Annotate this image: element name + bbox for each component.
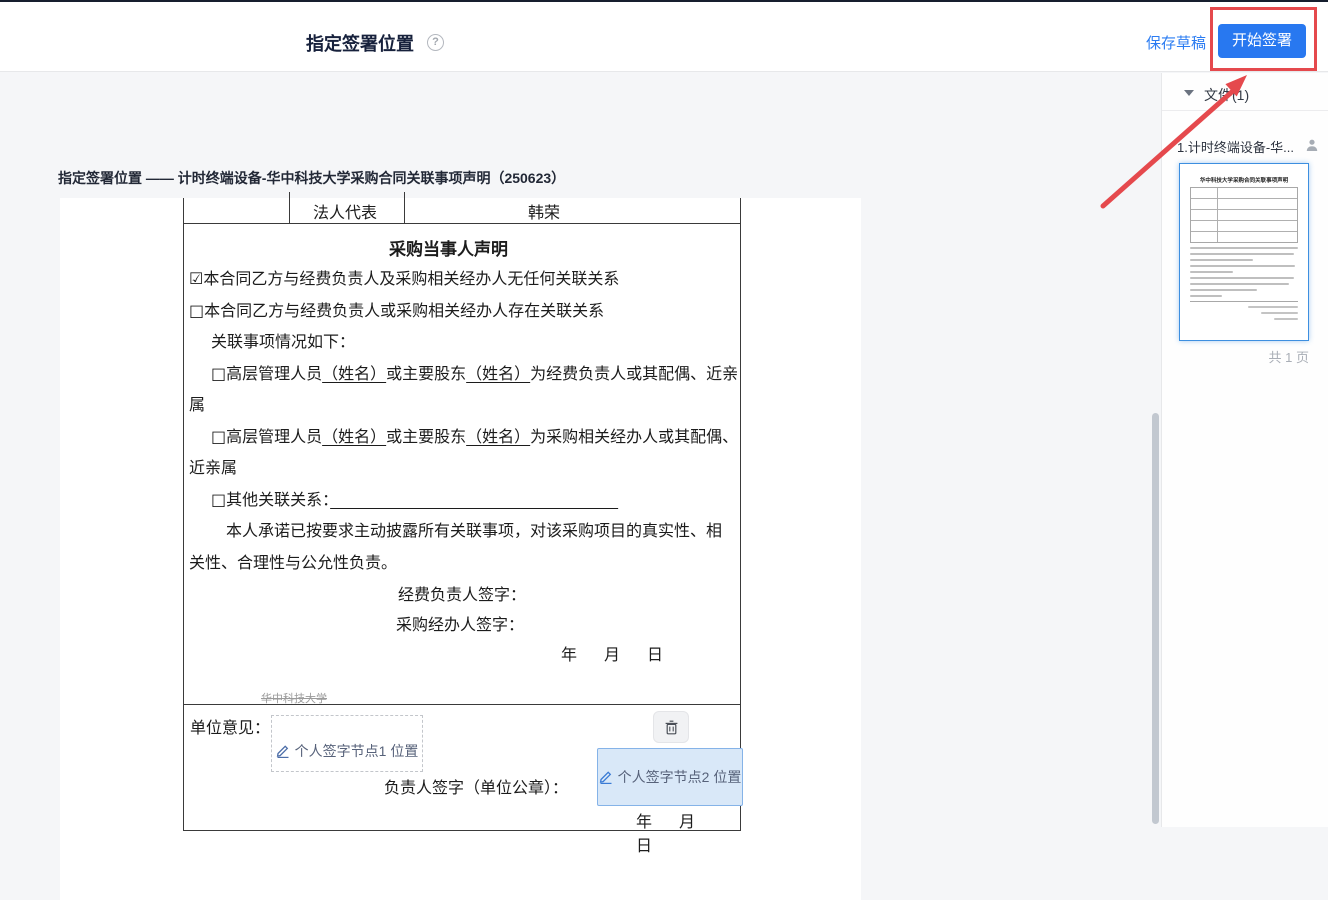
thumbnail-text-lines	[1190, 247, 1298, 297]
top-bar: 指定签署位置 ? 保存草稿 开始签署	[0, 0, 1328, 72]
thumbnail-title: 华中科技大学采购合同关联事项声明	[1191, 175, 1298, 183]
document-page: 法人代表 韩荣 采购当事人声明 ☑本合同乙方与经费负责人及采购相关经办人无任何关…	[60, 198, 861, 900]
unit-opinion-label: 单位意见：	[190, 714, 270, 738]
doc-line: □本合同乙方与经费负责人或采购相关经办人存在关联关系	[184, 295, 740, 327]
doc-line: □高层管理人员（姓名）或主要股东（姓名）为经费负责人或其配偶、近亲	[184, 358, 740, 390]
pencil-icon	[599, 770, 613, 784]
file-list-item[interactable]: 1.计时终端设备-华...	[1177, 137, 1317, 156]
doc-line: 关联事项情况如下：	[184, 326, 740, 358]
legal-rep-value: 韩荣	[528, 199, 560, 223]
thumbnail-table	[1190, 187, 1298, 243]
document-canvas: 指定签署位置 —— 计时终端设备-华中科技大学采购合同关联事项声明（250623…	[0, 73, 1161, 827]
document-table: 法人代表 韩荣 采购当事人声明 ☑本合同乙方与经费负责人及采购相关经办人无任何关…	[183, 198, 741, 831]
thumbnail-footer-lines	[1190, 301, 1298, 320]
leader-signature-label: 负责人签字（单位公章）：	[384, 774, 568, 798]
files-header-label: 文件(1)	[1204, 85, 1249, 105]
doc-line: □高层管理人员（姓名）或主要股东（姓名）为采购相关经办人或其配偶、	[184, 421, 740, 453]
table-divider	[289, 192, 290, 223]
help-icon[interactable]: ?	[427, 34, 444, 51]
declaration-section: 采购当事人声明 ☑本合同乙方与经费负责人及采购相关经办人无任何关联关系□本合同乙…	[184, 224, 740, 704]
doc-line: 近亲属	[184, 452, 740, 484]
doc-line: 关性、合理性与公允性负责。	[184, 547, 740, 579]
date-line: 年 月 日	[636, 808, 740, 856]
delete-node-button[interactable]	[653, 711, 689, 743]
doc-line: 属	[184, 389, 740, 421]
date-line: 年 月 日	[561, 641, 669, 665]
signature-node-2-widget[interactable]: 个人签字节点2 位置	[597, 748, 743, 806]
doc-line: □其他关联关系：	[184, 484, 740, 516]
save-draft-button[interactable]: 保存草稿	[1146, 32, 1206, 53]
files-section-header[interactable]: 文件(1)	[1162, 73, 1328, 111]
doc-body-lines: ☑本合同乙方与经费负责人及采购相关经办人无任何关联关系□本合同乙方与经费负责人或…	[184, 263, 740, 578]
page-thumbnail[interactable]: 华中科技大学采购合同关联事项声明	[1179, 163, 1309, 341]
unit-opinion-row: 单位意见： 个人签字节点1 位置	[184, 704, 740, 831]
person-icon	[1305, 138, 1319, 152]
page-count: 共 1 页	[1162, 347, 1309, 366]
trash-icon	[664, 720, 679, 735]
signature-node-2-label: 个人签字节点2 位置	[618, 767, 742, 787]
chevron-down-icon	[1184, 90, 1194, 96]
table-divider	[404, 192, 405, 223]
declaration-title: 采购当事人声明	[389, 235, 508, 260]
legal-rep-label: 法人代表	[313, 199, 377, 223]
pencil-icon	[276, 744, 290, 758]
breadcrumb: 指定签署位置 —— 计时终端设备-华中科技大学采购合同关联事项声明（250623…	[58, 168, 565, 188]
start-sign-button[interactable]: 开始签署	[1218, 24, 1306, 58]
vertical-scrollbar-thumb[interactable]	[1152, 413, 1159, 824]
funds-owner-signature-line: 经费负责人签字：	[398, 581, 526, 605]
purchase-agent-signature-line: 采购经办人签字：	[396, 611, 524, 635]
files-sidebar: 文件(1) 1.计时终端设备-华... 华中科技大学采购合同关联事项声明 共 1…	[1161, 73, 1328, 827]
doc-line: 本人承诺已按要求主动披露所有关联事项，对该采购项目的真实性、相	[184, 515, 740, 547]
table-row: 法人代表 韩荣	[184, 198, 740, 224]
signature-node-1-label: 个人签字节点1 位置	[295, 741, 419, 761]
signature-node-1-widget[interactable]: 个人签字节点1 位置	[271, 715, 423, 772]
doc-line: ☑本合同乙方与经费负责人及采购相关经办人无任何关联关系	[184, 263, 740, 295]
page-title: 指定签署位置	[306, 30, 414, 56]
